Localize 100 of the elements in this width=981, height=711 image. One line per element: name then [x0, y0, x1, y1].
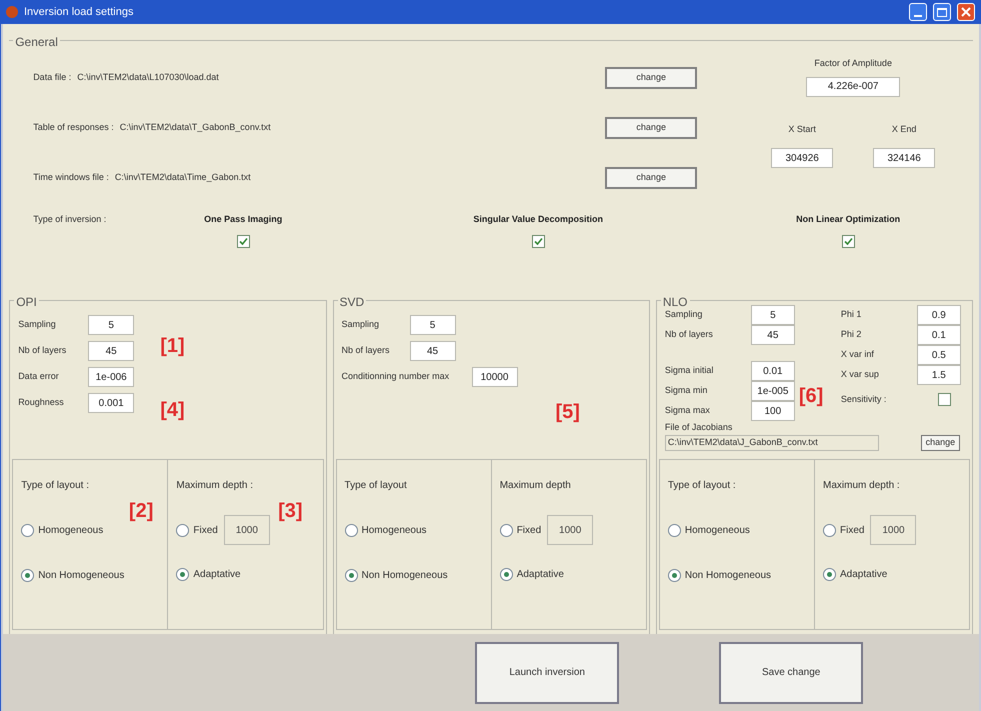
jacobians-label: File of Jacobians	[664, 421, 734, 434]
input-field[interactable]: 1e-005	[750, 381, 795, 401]
maximum-depth-label: Maximum depth :	[823, 479, 901, 493]
field-label: Phi 1	[840, 308, 862, 322]
radio-label: Non Homogeneous	[38, 569, 124, 583]
radio-button[interactable]	[823, 568, 836, 581]
annotation-label: [6]	[798, 385, 824, 407]
depth-field[interactable]: 1000	[870, 515, 916, 545]
radio-button[interactable]	[823, 524, 836, 536]
input-field[interactable]: 45	[750, 325, 795, 345]
file-path: C:\inv\TEM2\data\Time_Gabon.txt	[114, 171, 252, 184]
field-label: Phi 2	[840, 328, 862, 342]
radio-label: Fixed	[840, 524, 864, 538]
maximum-depth-label: Maximum depth	[500, 479, 572, 493]
field-label: Nb of layers	[18, 344, 68, 358]
radio-label: Adaptative	[516, 568, 564, 582]
field-label: Nb of layers	[342, 344, 391, 358]
input-field[interactable]: 0.1	[916, 325, 961, 345]
radio-button[interactable]	[344, 569, 358, 582]
layout-type-label: Type of layout :	[21, 479, 90, 493]
radio-button[interactable]	[500, 568, 513, 581]
field-label: Sigma initial	[664, 364, 714, 378]
x-range-label: X Start	[788, 122, 816, 136]
radio-label: Homogeneous	[38, 524, 104, 538]
close-icon	[961, 7, 971, 17]
input-field[interactable]: 5	[410, 315, 456, 335]
annotation-label: [3]	[278, 500, 303, 522]
field-label: X var inf	[840, 348, 874, 362]
input-field[interactable]: 5	[88, 315, 134, 335]
input-field[interactable]: 1.5	[916, 365, 961, 385]
file-label: Data file :	[33, 71, 72, 84]
file-label: Table of responses :	[33, 121, 114, 134]
change-button[interactable]: change	[605, 117, 698, 139]
radio-button[interactable]	[176, 568, 190, 581]
file-label: Time windows file :	[33, 171, 109, 184]
input-field[interactable]: 0.9	[916, 305, 961, 325]
radio-label: Non Homogeneous	[684, 569, 772, 583]
annotation-label: [2]	[128, 500, 154, 522]
field-label: Sigma max	[664, 404, 710, 418]
jacobians-path-field[interactable]: C:\inv\TEM2\data\J_GabonB_conv.txt	[664, 434, 879, 450]
x-range-label: X End	[892, 122, 916, 136]
annotation-label: [5]	[556, 401, 580, 423]
file-path: C:\inv\TEM2\data\T_GabonB_conv.txt	[120, 121, 272, 134]
radio-label: Fixed	[193, 524, 218, 538]
input-field[interactable]: 100	[750, 401, 795, 421]
layout-type-label: Type of layout	[344, 479, 408, 493]
depth-field[interactable]: 1000	[224, 515, 270, 545]
field-label: Sampling	[342, 318, 380, 332]
input-field[interactable]: 304926	[771, 148, 834, 168]
input-field[interactable]: 4.226e-007	[806, 76, 900, 96]
radio-label: Non Homogeneous	[362, 569, 448, 583]
input-field[interactable]: 0.5	[916, 345, 961, 365]
depth-field[interactable]: 1000	[547, 515, 594, 545]
field-label: Sampling	[664, 308, 702, 322]
inversion-type-label: Type of inversion :	[33, 213, 108, 226]
radio-label: Homogeneous	[362, 524, 427, 538]
maximum-depth-label: Maximum depth :	[176, 479, 254, 493]
input-field[interactable]: 324146	[873, 148, 936, 168]
close-button[interactable]	[957, 3, 975, 21]
input-field[interactable]: 0.001	[88, 393, 134, 413]
annotation-label: [4]	[160, 399, 185, 421]
window-title: Inversion load settings	[24, 4, 134, 20]
input-field[interactable]: 45	[88, 341, 134, 361]
radio-button[interactable]	[21, 524, 34, 537]
action-button[interactable]: Save change	[719, 642, 864, 704]
radio-button[interactable]	[668, 524, 681, 537]
checkbox[interactable]	[938, 393, 951, 406]
minimize-button[interactable]	[909, 3, 927, 21]
field-label: Nb of layers	[664, 328, 713, 342]
inversion-type-option: One Pass Imaging	[204, 213, 282, 226]
checkbox[interactable]	[236, 234, 250, 248]
change-button[interactable]: change	[605, 67, 698, 89]
input-field[interactable]: 5	[750, 305, 795, 325]
inversion-type-option: Non Linear Optimization	[796, 213, 900, 226]
file-path: C:\inv\TEM2\data\L107030\load.dat	[77, 71, 220, 84]
radio-button[interactable]	[668, 569, 681, 582]
field-label: X var sup	[840, 368, 879, 382]
input-field[interactable]: 45	[410, 341, 456, 361]
action-button[interactable]: Launch inversion	[475, 642, 620, 704]
checkbox[interactable]	[842, 234, 855, 248]
field-label: Roughness	[18, 396, 65, 410]
radio-label: Homogeneous	[684, 524, 750, 538]
field-label: Sigma min	[664, 384, 708, 398]
input-field[interactable]: 1e-006	[88, 367, 134, 387]
radio-button[interactable]	[21, 569, 34, 582]
change-button[interactable]: change	[605, 167, 698, 189]
annotation-label: [1]	[160, 335, 185, 357]
radio-label: Adaptative	[840, 568, 888, 582]
change-button[interactable]: change	[920, 434, 960, 450]
radio-label: Fixed	[516, 524, 542, 538]
inversion-type-option: Singular Value Decomposition	[473, 213, 603, 226]
radio-button[interactable]	[176, 524, 190, 536]
input-field[interactable]: 10000	[472, 367, 518, 387]
maximize-button[interactable]	[933, 3, 951, 21]
amplitude-label: Factor of Amplitude	[814, 57, 892, 70]
radio-button[interactable]	[500, 524, 513, 536]
checkbox[interactable]	[532, 234, 545, 248]
radio-button[interactable]	[344, 524, 358, 537]
input-field[interactable]: 0.01	[750, 361, 795, 381]
radio-label: Adaptative	[193, 568, 241, 582]
